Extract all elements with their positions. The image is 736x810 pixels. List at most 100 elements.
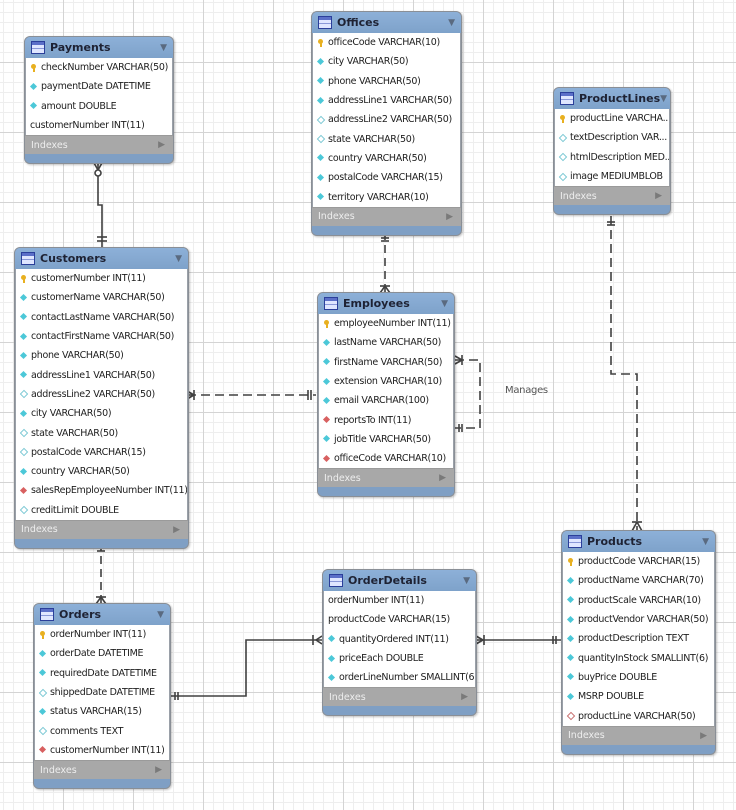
column-row[interactable]: comments TEXT <box>35 721 169 740</box>
table-orders[interactable]: Orders ▼ orderNumber INT(11) orderDate DATE… <box>33 603 171 790</box>
column-row[interactable]: status VARCHAR(15) <box>35 702 169 721</box>
column-row[interactable]: phone VARCHAR(50) <box>313 72 460 91</box>
column-row[interactable]: productDescription TEXT <box>563 629 714 648</box>
column-row[interactable]: city VARCHAR(50) <box>16 404 187 423</box>
table-header[interactable]: Products ▼ <box>562 531 715 552</box>
column-row[interactable]: checkNumber VARCHAR(50) <box>26 58 172 77</box>
column-row[interactable]: city VARCHAR(50) <box>313 52 460 71</box>
relationship-customers-payments[interactable] <box>93 160 107 248</box>
column-row[interactable]: creditLimit DOUBLE <box>16 501 187 520</box>
column-row[interactable]: productCode VARCHAR(15) <box>324 610 475 629</box>
collapse-toggle-icon[interactable]: ▼ <box>157 610 164 620</box>
column-row[interactable]: lastName VARCHAR(50) <box>319 333 453 352</box>
expand-arrow-icon[interactable]: ▶ <box>446 212 453 222</box>
column-row[interactable]: state VARCHAR(50) <box>16 423 187 442</box>
column-row[interactable]: addressLine1 VARCHAR(50) <box>313 91 460 110</box>
column-row[interactable]: postalCode VARCHAR(15) <box>313 168 460 187</box>
column-row[interactable]: addressLine1 VARCHAR(50) <box>16 365 187 384</box>
indexes-section[interactable]: Indexes ▶ <box>34 760 170 780</box>
indexes-section[interactable]: Indexes ▶ <box>15 519 188 539</box>
column-row[interactable]: productLine VARCHA... <box>555 109 669 128</box>
table-products[interactable]: Products ▼ productCode VARCHAR(15) productN… <box>561 530 716 755</box>
column-row[interactable]: quantityInStock SMALLINT(6) <box>563 648 714 667</box>
table-header[interactable]: Orders ▼ <box>34 604 170 625</box>
table-payments[interactable]: Payments ▼ checkNumber VARCHAR(50) paymentD… <box>24 36 174 165</box>
relationship-productlines-products[interactable] <box>607 216 643 532</box>
column-row[interactable]: postalCode VARCHAR(15) <box>16 443 187 462</box>
expand-arrow-icon[interactable]: ▶ <box>173 525 180 535</box>
expand-arrow-icon[interactable]: ▶ <box>700 731 707 741</box>
column-row[interactable]: amount DOUBLE <box>26 97 172 116</box>
column-row[interactable]: textDescription VAR... <box>555 128 669 147</box>
table-offices[interactable]: Offices ▼ officeCode VARCHAR(10) city VARCH… <box>311 11 462 236</box>
collapse-toggle-icon[interactable]: ▼ <box>175 254 182 264</box>
column-row[interactable]: extension VARCHAR(10) <box>319 372 453 391</box>
column-row[interactable]: contactFirstName VARCHAR(50) <box>16 327 187 346</box>
column-row[interactable]: productCode VARCHAR(15) <box>563 552 714 571</box>
table-header[interactable]: Employees ▼ <box>318 293 454 314</box>
expand-arrow-icon[interactable]: ▶ <box>439 473 446 483</box>
expand-arrow-icon[interactable]: ▶ <box>155 765 162 775</box>
column-row[interactable]: shippedDate DATETIME <box>35 683 169 702</box>
column-row[interactable]: firstName VARCHAR(50) <box>319 353 453 372</box>
column-row[interactable]: customerName VARCHAR(50) <box>16 288 187 307</box>
column-row[interactable]: productName VARCHAR(70) <box>563 571 714 590</box>
table-header[interactable]: ProductLines ▼ <box>554 88 670 109</box>
expand-arrow-icon[interactable]: ▶ <box>655 191 662 201</box>
relationship-orders-orderdetails[interactable] <box>170 635 323 700</box>
column-row[interactable]: jobTitle VARCHAR(50) <box>319 430 453 449</box>
table-header[interactable]: Customers ▼ <box>15 248 188 269</box>
column-row[interactable]: requiredDate DATETIME <box>35 664 169 683</box>
table-header[interactable]: Offices ▼ <box>312 12 461 33</box>
relationship-offices-employees[interactable] <box>379 232 391 294</box>
column-row[interactable]: addressLine2 VARCHAR(50) <box>313 110 460 129</box>
column-row[interactable]: quantityOrdered INT(11) <box>324 630 475 649</box>
column-row[interactable]: country VARCHAR(50) <box>313 149 460 168</box>
table-orderdetails[interactable]: OrderDetails ▼ orderNumber INT(11) productC… <box>322 569 477 717</box>
column-row[interactable]: state VARCHAR(50) <box>313 129 460 148</box>
column-row[interactable]: MSRP DOUBLE <box>563 687 714 706</box>
column-row[interactable]: country VARCHAR(50) <box>16 462 187 481</box>
column-row[interactable]: territory VARCHAR(10) <box>313 187 460 206</box>
column-row[interactable]: contactLastName VARCHAR(50) <box>16 308 187 327</box>
table-header[interactable]: OrderDetails ▼ <box>323 570 476 591</box>
indexes-section[interactable]: Indexes ▶ <box>25 135 173 155</box>
table-header[interactable]: Payments ▼ <box>25 37 173 58</box>
column-row[interactable]: htmlDescription MED... <box>555 148 669 167</box>
column-row[interactable]: officeCode VARCHAR(10) <box>313 33 460 52</box>
column-row[interactable]: customerNumber INT(11) <box>16 269 187 288</box>
column-row[interactable]: image MEDIUMBLOB <box>555 167 669 186</box>
relationship-customers-orders[interactable] <box>95 543 107 605</box>
relationship-employees-manages[interactable] <box>454 355 481 432</box>
column-row[interactable]: email VARCHAR(100) <box>319 391 453 410</box>
table-customers[interactable]: Customers ▼ customerNumber INT(11) customer… <box>14 247 189 549</box>
column-row[interactable]: customerNumber INT(11) <box>35 741 169 760</box>
collapse-toggle-icon[interactable]: ▼ <box>448 18 455 28</box>
collapse-toggle-icon[interactable]: ▼ <box>441 299 448 309</box>
column-row[interactable]: phone VARCHAR(50) <box>16 346 187 365</box>
collapse-toggle-icon[interactable]: ▼ <box>702 537 709 547</box>
column-row[interactable]: priceEach DOUBLE <box>324 649 475 668</box>
indexes-section[interactable]: Indexes ▶ <box>312 206 461 226</box>
column-row[interactable]: orderNumber INT(11) <box>35 625 169 644</box>
collapse-toggle-icon[interactable]: ▼ <box>160 43 167 53</box>
column-row[interactable]: officeCode VARCHAR(10) <box>319 449 453 468</box>
column-row[interactable]: addressLine2 VARCHAR(50) <box>16 385 187 404</box>
column-row[interactable]: customerNumber INT(11) <box>26 116 172 135</box>
column-row[interactable]: buyPrice DOUBLE <box>563 668 714 687</box>
er-diagram-canvas[interactable]: Manages Payments ▼ checkNumber VARCHAR(50)… <box>0 0 736 810</box>
indexes-section[interactable]: Indexes ▶ <box>318 468 454 488</box>
collapse-toggle-icon[interactable]: ▼ <box>660 94 667 104</box>
column-row[interactable]: reportsTo INT(11) <box>319 410 453 429</box>
column-row[interactable]: employeeNumber INT(11) <box>319 314 453 333</box>
table-productlines[interactable]: ProductLines ▼ productLine VARCHA... textDe… <box>553 87 671 216</box>
column-row[interactable]: orderNumber INT(11) <box>324 591 475 610</box>
indexes-section[interactable]: Indexes ▶ <box>323 687 476 707</box>
column-row[interactable]: productScale VARCHAR(10) <box>563 591 714 610</box>
column-row[interactable]: orderDate DATETIME <box>35 644 169 663</box>
collapse-toggle-icon[interactable]: ▼ <box>463 576 470 586</box>
relationship-employees-customers[interactable] <box>186 390 316 400</box>
column-row[interactable]: orderLineNumber SMALLINT(6) <box>324 668 475 687</box>
column-row[interactable]: productVendor VARCHAR(50) <box>563 610 714 629</box>
column-row[interactable]: productLine VARCHAR(50) <box>563 706 714 725</box>
